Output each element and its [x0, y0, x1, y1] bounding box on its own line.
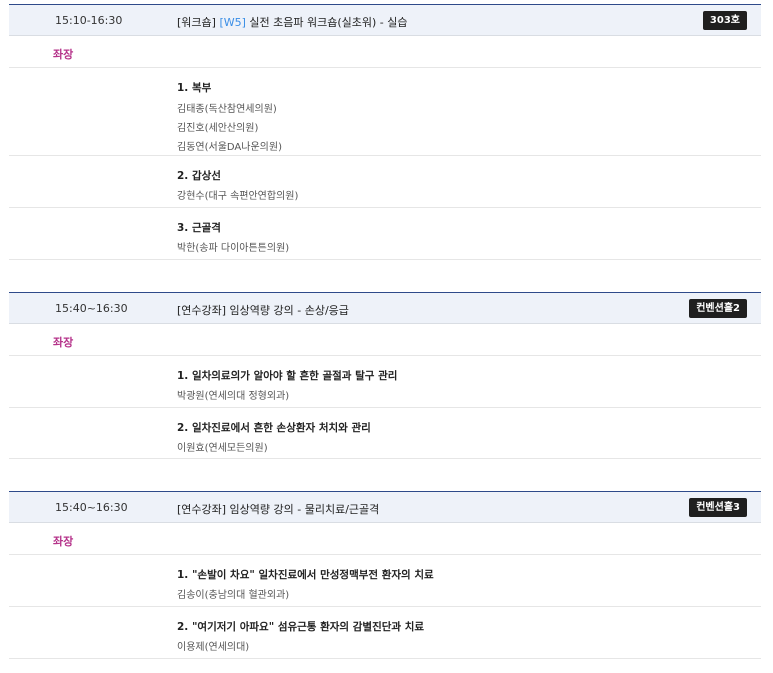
session-time: 15:40~16:30 [55, 501, 128, 514]
talk-speaker: 이용제(연세의대) [177, 642, 250, 653]
talk-item: 1. 복부 김태종(독산참연세의원) 김진호(세안산의원) 김동연(서울DA나운… [9, 68, 761, 156]
talk-title: 2. 일차진료에서 흔한 손상환자 처치와 관리 [177, 422, 371, 434]
session-title[interactable]: [워크숍] [W5] 실전 초음파 워크숍(실초워) - 실습 [177, 14, 408, 30]
session-title[interactable]: [연수강좌] 임상역량 강의 - 물리치료/근골격 [177, 501, 379, 517]
talk-title: 3. 근골격 [177, 222, 221, 234]
chair-row: 좌장 [9, 324, 761, 356]
talk-speaker: 김동연(서울DA나운의원) [177, 142, 282, 153]
talk-title: 2. "여기저기 아파요" 섬유근통 환자의 감별진단과 치료 [177, 621, 425, 633]
talk-item: 2. 일차진료에서 흔한 손상환자 처치와 관리 이원효(연세모든의원) [9, 408, 761, 459]
talk-speaker: 김태종(독산참연세의원) [177, 104, 277, 115]
session-time: 15:10-16:30 [55, 14, 123, 27]
session-header: 15:40~16:30 [연수강좌] 임상역량 강의 - 손상/응급 컨벤션홀2 [9, 292, 761, 324]
talk-title: 1. "손발이 차요" 일차진료에서 만성정맥부전 환자의 치료 [177, 569, 434, 581]
talk-speaker: 이원효(연세모든의원) [177, 443, 268, 454]
session-header: 15:40~16:30 [연수강좌] 임상역량 강의 - 물리치료/근골격 컨벤… [9, 491, 761, 523]
chair-label: 좌장 [53, 535, 74, 548]
talk-item: 2. "여기저기 아파요" 섬유근통 환자의 감별진단과 치료 이용제(연세의대… [9, 607, 761, 659]
talk-item: 1. 일차의료의가 알아야 할 흔한 골절과 탈구 관리 박광원(연세의대 정형… [9, 356, 761, 408]
talk-speaker: 김진호(세안산의원) [177, 123, 259, 134]
chair-row: 좌장 [9, 36, 761, 68]
chair-row: 좌장 [9, 523, 761, 555]
room-badge: 컨벤션홀2 [689, 299, 747, 318]
session-title-text: 실전 초음파 워크숍(실초워) - 실습 [245, 16, 408, 29]
session-title-prefix: [워크숍] [177, 16, 220, 29]
session-time: 15:40~16:30 [55, 302, 128, 315]
talk-speaker: 박한(송파 다이아튼튼의원) [177, 243, 290, 254]
talk-speaker: 박광원(연세의대 정형외과) [177, 391, 290, 402]
talk-item: 1. "손발이 차요" 일차진료에서 만성정맥부전 환자의 치료 김송이(충남의… [9, 555, 761, 607]
session-code-tag: [W5] [219, 16, 246, 29]
room-badge: 303호 [702, 11, 747, 30]
talk-item: 3. 근골격 박한(송파 다이아튼튼의원) [9, 208, 761, 260]
talk-title: 1. 복부 [177, 82, 212, 94]
session-title[interactable]: [연수강좌] 임상역량 강의 - 손상/응급 [177, 302, 349, 318]
talk-title: 1. 일차의료의가 알아야 할 흔한 골절과 탈구 관리 [177, 370, 398, 382]
talk-speaker: 강현수(대구 속편안연합의원) [177, 191, 299, 202]
chair-label: 좌장 [53, 48, 74, 61]
session-header: 15:10-16:30 [워크숍] [W5] 실전 초음파 워크숍(실초워) -… [9, 4, 761, 36]
room-badge: 컨벤션홀3 [689, 498, 747, 517]
talk-speaker: 김송이(충남의대 혈관외과) [177, 590, 290, 601]
chair-label: 좌장 [53, 336, 74, 349]
talk-title: 2. 갑상선 [177, 170, 221, 182]
talk-item: 2. 갑상선 강현수(대구 속편안연합의원) [9, 156, 761, 208]
